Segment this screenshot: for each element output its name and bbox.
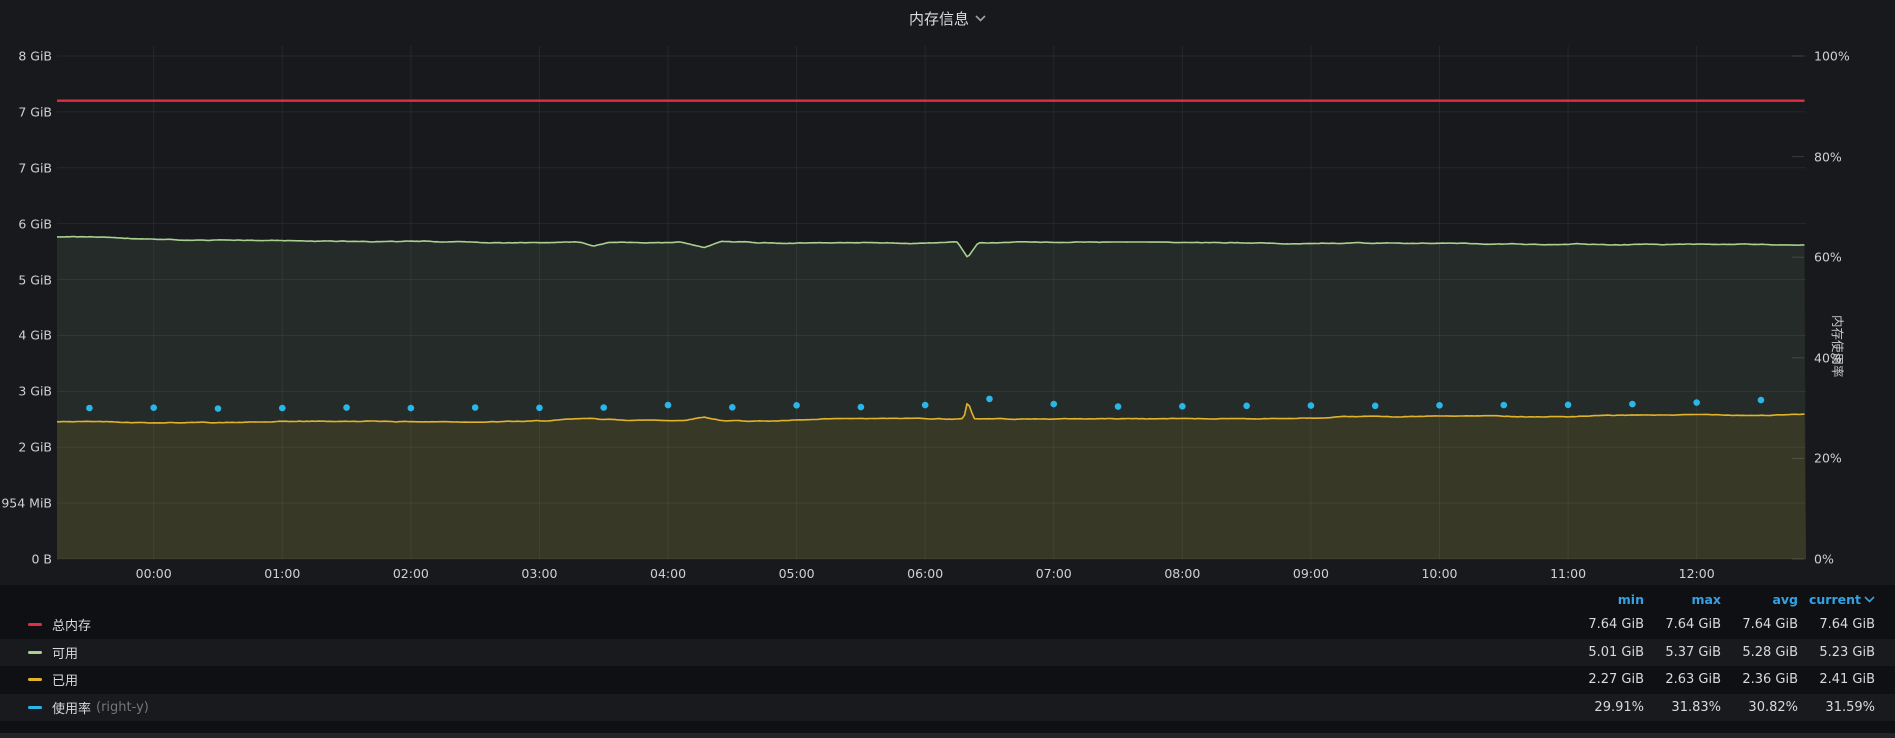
right-axis-title: 内存使用率: [1829, 315, 1848, 378]
legend-row: 总内存 7.64 GiB7.64 GiB7.64 GiB7.64 GiB: [0, 611, 1895, 639]
legend-value: 2.36 GiB: [1721, 672, 1798, 687]
series-label[interactable]: 总内存: [52, 615, 91, 634]
x-axis-label: 02:00: [393, 566, 429, 581]
legend-rows: 总内存 7.64 GiB7.64 GiB7.64 GiB7.64 GiB 可用 …: [0, 611, 1895, 721]
x-axis-label: 04:00: [650, 566, 686, 581]
legend-header-row: minmaxavgcurrent: [20, 588, 1875, 610]
y-axis-label-left: 5 GiB: [0, 272, 52, 287]
y-axis-label-left: 7 GiB: [0, 104, 52, 119]
x-axis-label: 03:00: [521, 566, 557, 581]
x-axis-label: 06:00: [907, 566, 943, 581]
memory-panel: 内存信息 0 B954 MiB2 GiB3 GiB4 GiB5 GiB6 GiB…: [0, 0, 1895, 738]
x-axis-label: 12:00: [1679, 566, 1715, 581]
legend-value: 5.23 GiB: [1798, 645, 1875, 660]
series-label[interactable]: 使用率: [52, 698, 91, 717]
legend-value: 31.59%: [1798, 700, 1875, 715]
legend-value: 5.01 GiB: [1567, 645, 1644, 660]
series-color-swatch: [28, 678, 42, 681]
y-axis-label-right: 100%: [1814, 49, 1850, 64]
y-axis-label-left: 2 GiB: [0, 440, 52, 455]
y-axis-label-right: 0%: [1814, 552, 1834, 567]
legend-value: 2.63 GiB: [1644, 672, 1721, 687]
series-color-swatch: [28, 623, 42, 626]
y-axis-label-left: 954 MiB: [0, 496, 52, 511]
bottom-scrollbar[interactable]: [0, 733, 1895, 738]
legend-value: 7.64 GiB: [1567, 617, 1644, 632]
legend-value: 30.82%: [1721, 700, 1798, 715]
legend-value: 7.64 GiB: [1721, 617, 1798, 632]
legend-table: minmaxavgcurrent 总内存 7.64 GiB7.64 GiB7.6…: [0, 585, 1895, 733]
legend-header-min[interactable]: min: [1567, 592, 1644, 607]
y-axis-label-left: 6 GiB: [0, 216, 52, 231]
legend-value: 31.83%: [1644, 700, 1721, 715]
x-axis-label: 11:00: [1550, 566, 1586, 581]
y-axis-label-right: 80%: [1814, 149, 1842, 164]
x-axis-label: 01:00: [264, 566, 300, 581]
y-axis-label-left: 0 B: [0, 552, 52, 567]
x-axis-label: 08:00: [1164, 566, 1200, 581]
series-label[interactable]: 已用: [52, 670, 78, 689]
legend-value: 5.37 GiB: [1644, 645, 1721, 660]
series-color-swatch: [28, 706, 42, 709]
chart-plot[interactable]: [0, 0, 1895, 585]
chart-region: 内存信息 0 B954 MiB2 GiB3 GiB4 GiB5 GiB6 GiB…: [0, 0, 1895, 585]
legend-value: 7.64 GiB: [1798, 617, 1875, 632]
y-axis-label-right: 60%: [1814, 250, 1842, 265]
y-axis-label-right: 20%: [1814, 451, 1842, 466]
sort-chevron-icon: [1864, 596, 1875, 603]
x-axis-label: 10:00: [1421, 566, 1457, 581]
legend-header-avg[interactable]: avg: [1721, 592, 1798, 607]
legend-value: 2.27 GiB: [1567, 672, 1644, 687]
y-axis-label-left: 4 GiB: [0, 328, 52, 343]
series-color-swatch: [28, 651, 42, 654]
legend-row: 已用 2.27 GiB2.63 GiB2.36 GiB2.41 GiB: [0, 666, 1895, 694]
y-axis-label-left: 8 GiB: [0, 48, 52, 63]
y-axis-label-left: 7 GiB: [0, 160, 52, 175]
x-axis-label: 07:00: [1036, 566, 1072, 581]
legend-value: 2.41 GiB: [1798, 672, 1875, 687]
series-label[interactable]: 可用: [52, 643, 78, 662]
legend-value: 29.91%: [1567, 700, 1644, 715]
legend-value: 5.28 GiB: [1721, 645, 1798, 660]
x-axis-label: 09:00: [1293, 566, 1329, 581]
legend-value: 7.64 GiB: [1644, 617, 1721, 632]
y-axis-label-left: 3 GiB: [0, 384, 52, 399]
x-axis-label: 00:00: [136, 566, 172, 581]
legend-header-current[interactable]: current: [1798, 592, 1875, 607]
legend-header-max[interactable]: max: [1644, 592, 1721, 607]
legend-row: 使用率 (right-y) 29.91%31.83%30.82%31.59%: [0, 694, 1895, 722]
series-axis-suffix: (right-y): [96, 700, 149, 715]
legend-row: 可用 5.01 GiB5.37 GiB5.28 GiB5.23 GiB: [0, 639, 1895, 667]
x-axis-label: 05:00: [779, 566, 815, 581]
